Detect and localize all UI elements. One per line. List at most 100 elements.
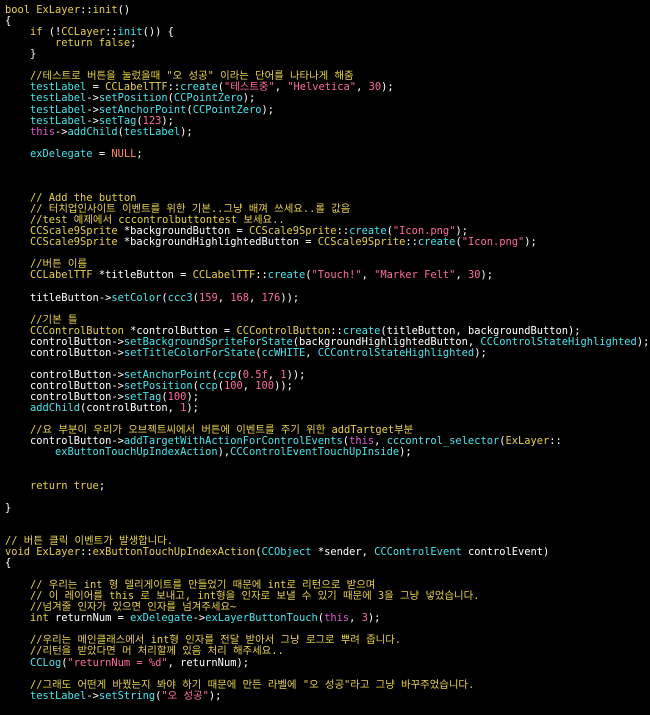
code-token: "returnNum = %d" — [67, 656, 168, 669]
code-token: CCControlStateHighlighted — [480, 335, 637, 348]
code-line: bool ExLayer::init() — [5, 4, 130, 16]
code-token: setString — [98, 689, 156, 702]
code-line: addChild(controlButton, 1); — [30, 402, 199, 414]
code-token: CCControlEventTouchUpInside — [230, 446, 400, 459]
code-token: 100 — [255, 380, 275, 393]
code-token: :: — [80, 545, 93, 558]
code-token: ); — [367, 612, 381, 625]
code-token: titleButton-> — [30, 291, 112, 304]
code-line: int returnNum = exDelegate->exLayerButto… — [30, 612, 380, 624]
code-token: , — [217, 291, 231, 304]
code-token: 176 — [261, 291, 281, 304]
code-line: CCLog("returnNum = %d", returnNum); — [30, 657, 249, 669]
code-line: this->addChild(testLabel); — [30, 126, 193, 138]
code-token: ExLayer — [36, 4, 81, 16]
code-token: ; — [136, 147, 143, 160]
code-token: "Icon.png" — [461, 236, 525, 249]
code-line: testLabel->setString("오 성공"); — [30, 690, 221, 702]
code-editor[interactable]: bool ExLayer::init(){if (!CCLayer::init(… — [0, 0, 650, 715]
code-line: CCScale9Sprite *backgroundHighlightedBut… — [30, 236, 537, 248]
code-token: )); — [274, 380, 293, 393]
code-line: controlButton->setTitleColorForState(ccW… — [30, 347, 487, 359]
code-token: -> — [192, 612, 206, 625]
code-token: () — [117, 4, 131, 16]
code-token: return true — [30, 479, 99, 492]
code-token: )); — [280, 291, 300, 304]
code-token: :: — [405, 236, 418, 249]
code-token: create — [417, 236, 456, 249]
code-token: ); — [261, 103, 275, 116]
code-token: "Touch!" — [311, 269, 362, 282]
code-line: { — [5, 15, 11, 27]
code-token: CCLabelTTF — [192, 269, 256, 282]
code-token: ); — [186, 402, 199, 415]
code-line: exDelegate = NULL; — [30, 148, 143, 160]
code-token: 30 — [368, 81, 382, 94]
code-token: addChild — [67, 125, 118, 138]
code-token: :: — [549, 435, 562, 448]
code-token: (controlButton, — [80, 402, 181, 415]
code-line: } — [30, 48, 36, 60]
code-token: create — [267, 269, 306, 282]
code-token: 30 — [467, 269, 481, 282]
code-token: , — [455, 269, 468, 282]
code-line: CCLabelTTF *titleButton = CCLabelTTF::cr… — [30, 269, 493, 281]
code-line: exButtonTouchUpIndexAction),CCControlEve… — [55, 446, 412, 458]
code-token: this — [324, 612, 350, 625]
code-token: ccc3 — [167, 291, 193, 304]
code-line: void ExLayer::exButtonTouchUpIndexAction… — [5, 546, 549, 558]
code-token: *backgroundHighlightedButton = — [117, 236, 318, 249]
code-token: , — [349, 612, 362, 625]
code-token: { — [5, 557, 12, 569]
code-token: ); — [399, 446, 412, 459]
code-token: CCLog — [30, 656, 62, 669]
code-line: { — [5, 557, 11, 569]
code-token: CCControlStateHighlighted — [317, 346, 475, 359]
code-token: , — [242, 380, 256, 393]
code-token: *titleButton = — [92, 269, 193, 282]
code-token: int — [30, 612, 56, 625]
code-token: ()) { — [142, 26, 174, 39]
code-token: -> — [86, 689, 99, 702]
code-token: if — [30, 26, 49, 39]
code-token: ; — [130, 37, 137, 50]
code-token: ; — [98, 479, 106, 492]
code-token: ); — [636, 335, 650, 348]
code-token: } — [30, 48, 37, 61]
code-token: this — [30, 125, 56, 138]
code-token: , — [274, 81, 288, 94]
code-token: CCControlEvent — [374, 545, 462, 558]
code-token: ); — [180, 125, 193, 138]
code-token: addChild — [30, 402, 81, 415]
code-token: = — [92, 147, 112, 160]
code-token: ccWHITE — [261, 346, 306, 359]
code-token: -> — [55, 125, 68, 138]
code-token: ccp — [198, 380, 218, 393]
code-token: ); — [381, 81, 394, 94]
code-token: returnNum = — [55, 612, 131, 625]
code-token: return false — [55, 37, 131, 50]
code-token: controlEvent) — [461, 545, 550, 558]
code-line: } — [5, 502, 11, 514]
code-token: CCScale9Sprite — [317, 236, 406, 249]
code-token: "Marker Felt" — [374, 269, 456, 282]
code-token: CCObject — [261, 545, 312, 558]
code-token: ); — [524, 236, 537, 249]
code-token: 100 — [223, 380, 243, 393]
code-token: testLabel — [30, 689, 87, 702]
code-token: controlButton-> — [30, 346, 124, 359]
code-token: "Helvetica" — [287, 81, 357, 94]
code-token: ); — [480, 269, 493, 282]
code-token: :: — [255, 269, 268, 282]
code-token: ); — [474, 346, 487, 359]
code-token: ), — [217, 446, 231, 459]
code-token: "오 성공" — [161, 689, 209, 702]
code-token: exButtonTouchUpIndexAction — [92, 545, 256, 558]
code-token: testLabel — [123, 125, 181, 138]
code-token: exDelegate — [30, 147, 93, 160]
code-token: init — [92, 4, 118, 16]
code-token: , returnNum); — [167, 656, 249, 669]
code-token: CCPointZero — [192, 103, 262, 116]
code-line: return true; — [30, 480, 105, 492]
code-token: } — [5, 501, 12, 514]
